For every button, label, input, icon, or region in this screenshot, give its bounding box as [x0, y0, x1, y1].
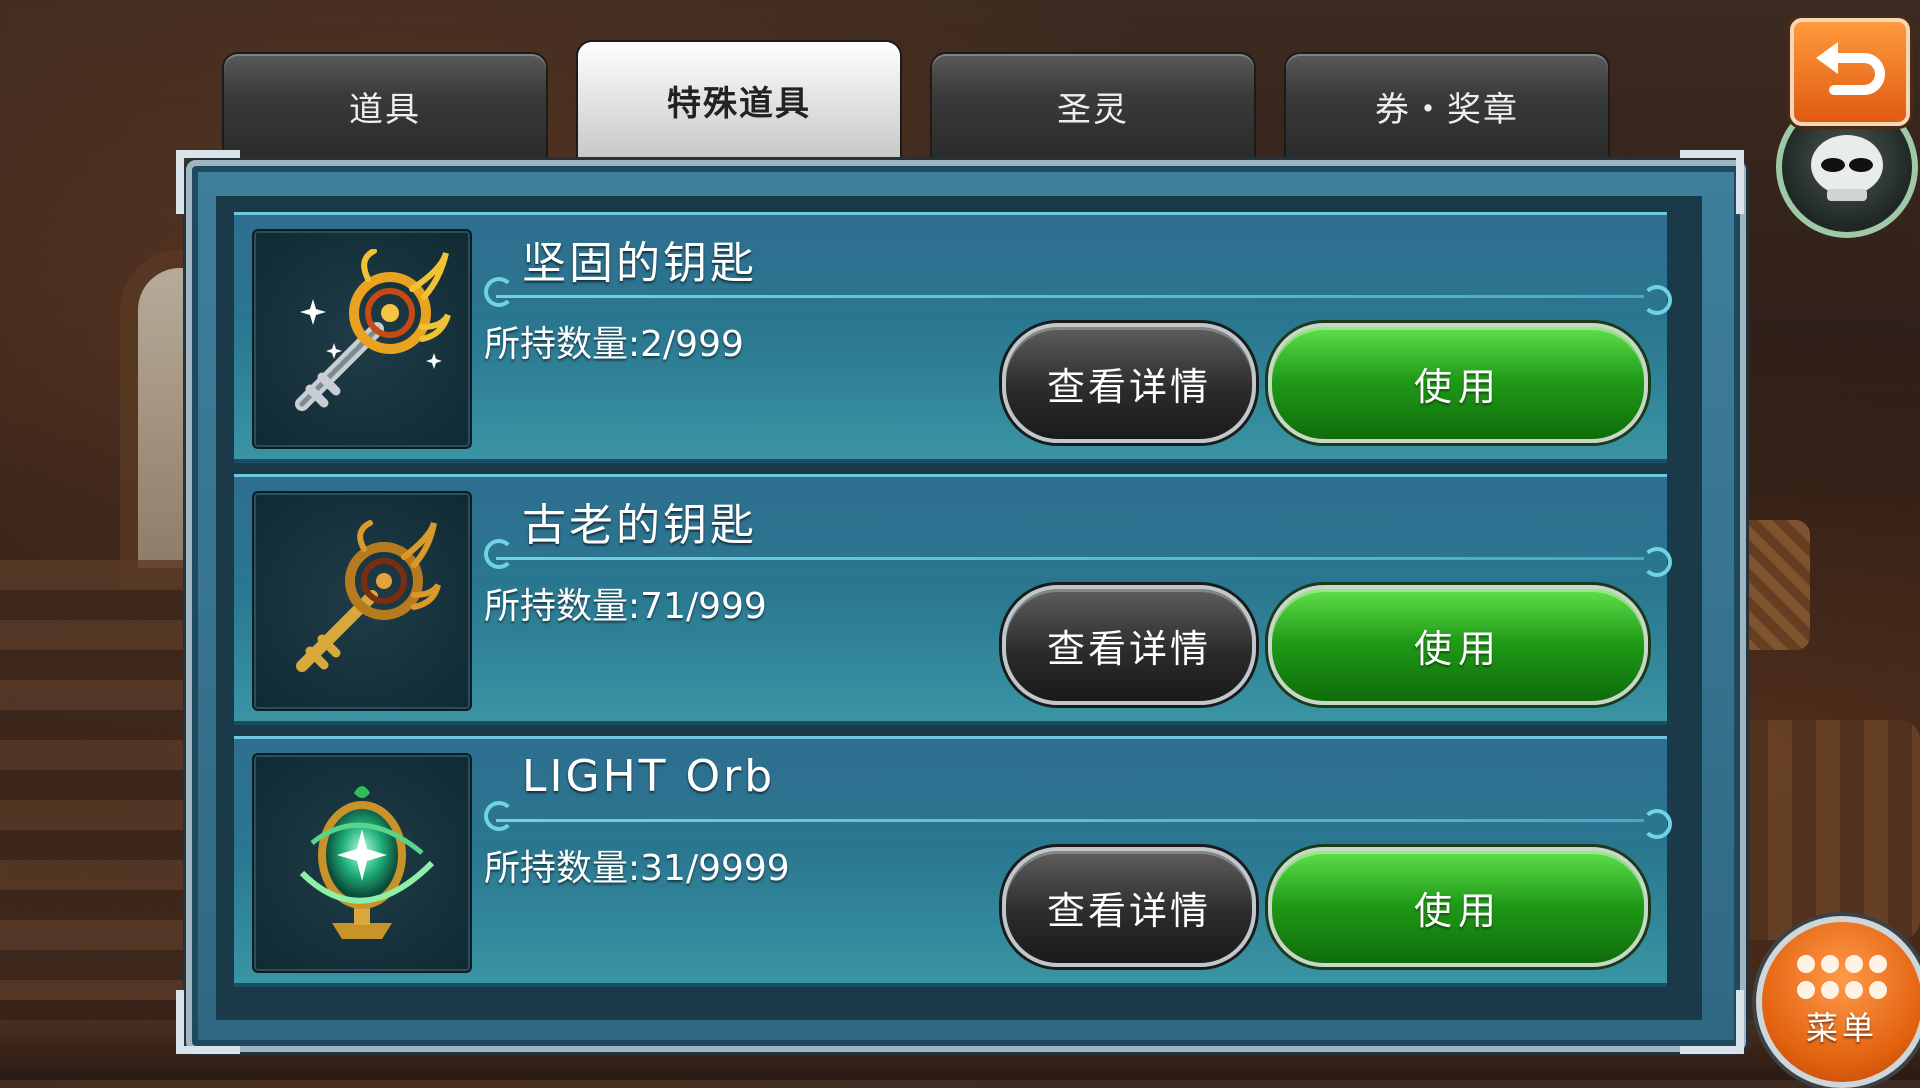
- tab-items[interactable]: 道具: [224, 54, 546, 158]
- item-name: LIGHT Orb: [522, 751, 776, 802]
- ornament-curl: [1642, 547, 1672, 577]
- menu-label: 菜单: [1805, 1009, 1878, 1047]
- view-details-button[interactable]: 查看详情: [1002, 323, 1256, 443]
- item-quantity: 所持数量:71/999: [484, 586, 767, 627]
- ornament-curl: [484, 801, 514, 831]
- divider: [496, 557, 1644, 560]
- skull-mask-icon: [1811, 135, 1883, 201]
- silver-gold-key-icon: [252, 229, 472, 449]
- item-name: 古老的钥匙: [522, 500, 757, 551]
- ornament-curl: [1642, 809, 1672, 839]
- tab-special-items[interactable]: 特殊道具: [578, 42, 900, 158]
- tab-spirits[interactable]: 圣灵: [932, 54, 1254, 158]
- list-item: 古老的钥匙 所持数量:71/999 查看详情 使用: [234, 474, 1672, 725]
- menu-dots-icon: [1797, 955, 1887, 999]
- item-name: 坚固的钥匙: [522, 238, 757, 289]
- list-item: LIGHT Orb 所持数量:31/9999 查看详情 使用: [234, 736, 1672, 987]
- view-details-button[interactable]: 查看详情: [1002, 847, 1256, 967]
- use-button[interactable]: 使用: [1268, 847, 1648, 967]
- background-shelf: [0, 560, 190, 1000]
- use-button[interactable]: 使用: [1268, 585, 1648, 705]
- list-item: 坚固的钥匙 所持数量:2/999 查看详情 使用: [234, 212, 1672, 463]
- ornament-curl: [484, 277, 514, 307]
- background-barrel: [1720, 720, 1920, 940]
- use-button[interactable]: 使用: [1268, 323, 1648, 443]
- back-button[interactable]: [1790, 18, 1910, 126]
- item-quantity: 所持数量:2/999: [484, 324, 744, 365]
- divider: [496, 295, 1644, 298]
- back-arrow-icon: [1816, 42, 1885, 95]
- ornament-curl: [1642, 285, 1672, 315]
- ornament-curl: [484, 539, 514, 569]
- view-details-button[interactable]: 查看详情: [1002, 585, 1256, 705]
- tab-tickets-medals[interactable]: 券・奖章: [1286, 54, 1608, 158]
- item-quantity: 所持数量:31/9999: [484, 848, 790, 889]
- gold-key-icon: [252, 491, 472, 711]
- green-orb-icon: [252, 753, 472, 973]
- divider: [496, 819, 1644, 822]
- menu-button[interactable]: 菜单: [1756, 916, 1920, 1088]
